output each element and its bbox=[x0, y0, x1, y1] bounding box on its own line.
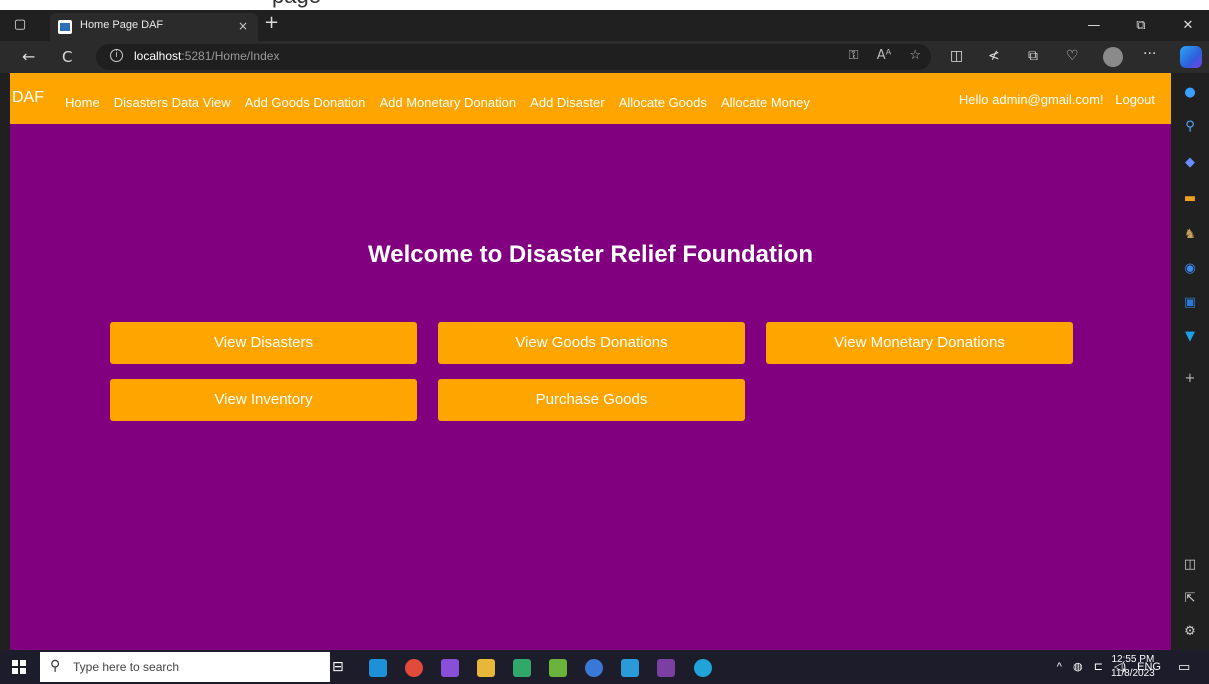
sidebar-settings-icon[interactable]: ⚙ bbox=[1182, 624, 1198, 640]
page-favicon-icon bbox=[58, 20, 72, 34]
search-icon[interactable]: ⚲ bbox=[1182, 119, 1198, 135]
page-title: Welcome to Disaster Relief Foundation bbox=[368, 241, 813, 268]
new-tab-icon[interactable]: + bbox=[264, 12, 279, 33]
collections-icon[interactable]: ⧉ bbox=[1028, 48, 1038, 64]
taskbar-clock[interactable]: 12:55 PM 11/8/2023 bbox=[1111, 653, 1155, 681]
nav-add-monetary-donation[interactable]: Add Monetary Donation bbox=[379, 95, 516, 110]
task-view-icon[interactable]: ⊟ bbox=[332, 659, 350, 677]
add-sidebar-app-icon[interactable]: + bbox=[1182, 371, 1198, 387]
nav-add-disaster[interactable]: Add Disaster bbox=[530, 95, 604, 110]
chrome-icon[interactable] bbox=[405, 659, 423, 677]
view-monetary-donations-button[interactable]: View Monetary Donations bbox=[766, 322, 1073, 364]
site-navbar: DAF Home Disasters Data View Add Goods D… bbox=[10, 73, 1171, 124]
address-actions: ⚿ Aᴬ ☆ bbox=[835, 48, 921, 63]
windows-start-icon[interactable] bbox=[12, 660, 26, 674]
network-icon[interactable]: ⊏ bbox=[1094, 661, 1103, 673]
clock-date: 11/8/2023 bbox=[1111, 668, 1155, 679]
window-menu-icon[interactable]: ▢ bbox=[12, 17, 28, 33]
edge-taskbar-icon[interactable] bbox=[694, 659, 712, 677]
taskbar-search-placeholder: Type here to search bbox=[73, 660, 180, 674]
url-path: :5281/Home/Index bbox=[181, 49, 280, 63]
send-icon[interactable]: ▼ bbox=[1182, 329, 1198, 345]
nav-allocate-money[interactable]: Allocate Money bbox=[721, 95, 810, 110]
edge-sidebar: ● ⚲ ◆ ▬ ♞ ◉ ▣ ▼ + ◫ ⇱ ⚙ bbox=[1171, 73, 1209, 650]
tray-expand-icon[interactable]: ^ bbox=[1057, 661, 1062, 673]
refresh-icon[interactable]: C bbox=[62, 48, 72, 66]
window-controls: — ⧉ ✕ bbox=[1073, 10, 1209, 41]
address-url: localhost:5281/Home/Index bbox=[134, 49, 279, 63]
app-icon-chart[interactable] bbox=[549, 659, 567, 677]
browser-toolbar: ← C i localhost:5281/Home/Index ⚿ Aᴬ ☆ ◫… bbox=[0, 41, 1209, 73]
back-icon[interactable]: ← bbox=[22, 47, 35, 66]
visual-studio-icon[interactable] bbox=[441, 659, 459, 677]
games-icon[interactable]: ♞ bbox=[1182, 227, 1198, 243]
app-icon-purple[interactable] bbox=[657, 659, 675, 677]
greeting-link[interactable]: Hello admin@gmail.com! bbox=[959, 92, 1104, 107]
tab-title: Home Page DAF bbox=[80, 19, 164, 31]
photos-icon[interactable] bbox=[621, 659, 639, 677]
app-icon-green[interactable] bbox=[513, 659, 531, 677]
restore-icon[interactable]: ⧉ bbox=[1120, 10, 1162, 41]
profile-avatar[interactable] bbox=[1103, 47, 1123, 67]
tools-icon[interactable]: ▬ bbox=[1182, 191, 1198, 207]
app-icon-circle[interactable] bbox=[585, 659, 603, 677]
clock-time: 12:55 PM bbox=[1111, 654, 1155, 665]
view-goods-donations-button[interactable]: View Goods Donations bbox=[438, 322, 745, 364]
nav-add-goods-donation[interactable]: Add Goods Donation bbox=[245, 95, 366, 110]
open-external-icon[interactable]: ⇱ bbox=[1182, 591, 1198, 607]
favorites-icon[interactable]: ≮ bbox=[988, 48, 1000, 64]
notification-center-icon[interactable]: ▭ bbox=[1178, 660, 1190, 675]
tray-app-icon[interactable]: ◍ bbox=[1073, 661, 1083, 673]
url-host: localhost bbox=[134, 49, 182, 63]
outlook-icon[interactable]: ▣ bbox=[1182, 295, 1198, 311]
browser-tab-bar: ▢ Home Page DAF × + — ⧉ ✕ bbox=[0, 10, 1209, 41]
close-window-icon[interactable]: ✕ bbox=[1167, 10, 1209, 41]
browser-essentials-icon[interactable]: ♡ bbox=[1066, 48, 1079, 64]
page-viewport: DAF Home Disasters Data View Add Goods D… bbox=[10, 73, 1171, 650]
nav-allocate-goods[interactable]: Allocate Goods bbox=[619, 95, 707, 110]
password-key-icon[interactable]: ⚿ bbox=[849, 48, 859, 63]
nav-disasters-data-view[interactable]: Disasters Data View bbox=[114, 95, 231, 110]
view-inventory-button[interactable]: View Inventory bbox=[110, 379, 417, 421]
notification-bell-icon[interactable]: ● bbox=[1182, 85, 1198, 101]
read-aloud-icon[interactable]: Aᴬ bbox=[877, 48, 892, 63]
purchase-goods-button[interactable]: Purchase Goods bbox=[438, 379, 745, 421]
brand-link[interactable]: DAF bbox=[12, 89, 44, 107]
shopping-tag-icon[interactable]: ◆ bbox=[1182, 155, 1198, 171]
mail-icon[interactable] bbox=[369, 659, 387, 677]
browser-tab[interactable]: Home Page DAF × bbox=[50, 13, 258, 41]
copilot-icon[interactable] bbox=[1180, 46, 1202, 68]
tab-close-icon[interactable]: × bbox=[238, 19, 248, 33]
file-explorer-icon[interactable] bbox=[477, 659, 495, 677]
taskbar-search-box[interactable]: ⚲ Type here to search bbox=[40, 652, 330, 682]
windows-taskbar: ⚲ Type here to search ⊟ ^ ◍ ⊏ ◁) ENG 12:… bbox=[0, 650, 1209, 684]
sidebar-layout-icon[interactable]: ◫ bbox=[1182, 557, 1198, 573]
microsoft-365-icon[interactable]: ◉ bbox=[1182, 261, 1198, 277]
logout-link[interactable]: Logout bbox=[1115, 92, 1155, 107]
nav-home[interactable]: Home bbox=[65, 95, 100, 110]
top-partial-strip: page bbox=[0, 0, 1209, 10]
minimize-icon[interactable]: — bbox=[1073, 10, 1115, 41]
favorite-star-icon[interactable]: ☆ bbox=[909, 48, 921, 63]
user-nav: Hello admin@gmail.com! Logout bbox=[951, 92, 1155, 107]
nav-links: Home Disasters Data View Add Goods Donat… bbox=[65, 92, 819, 111]
taskbar-search-icon: ⚲ bbox=[50, 658, 61, 674]
more-options-icon[interactable]: ··· bbox=[1143, 46, 1156, 62]
view-disasters-button[interactable]: View Disasters bbox=[110, 322, 417, 364]
info-icon[interactable]: i bbox=[110, 49, 123, 62]
split-screen-icon[interactable]: ◫ bbox=[950, 48, 963, 64]
address-bar[interactable]: i localhost:5281/Home/Index ⚿ Aᴬ ☆ bbox=[96, 44, 931, 70]
